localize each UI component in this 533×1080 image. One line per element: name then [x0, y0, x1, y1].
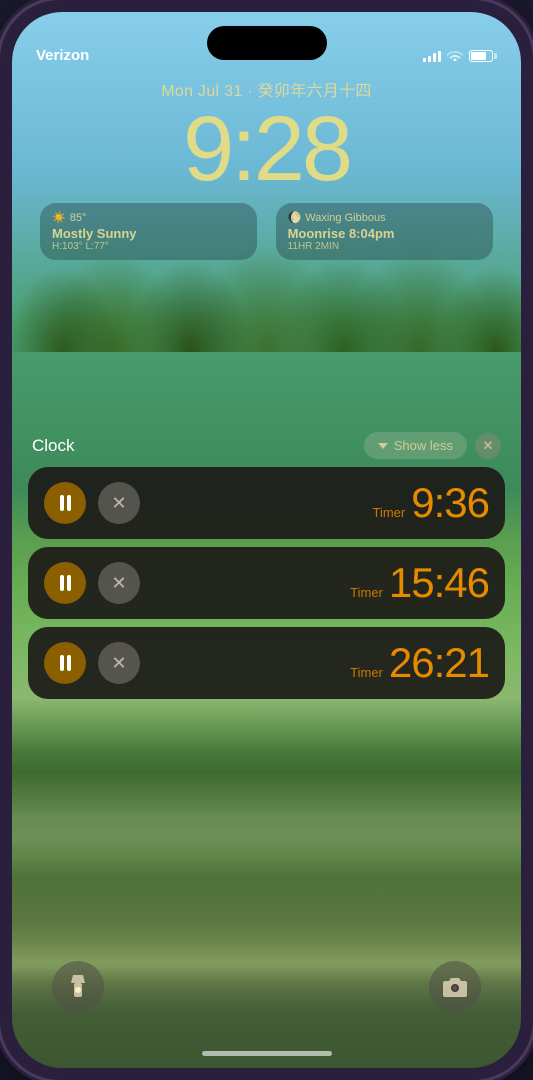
timer-row: ✕ Timer 9:36 — [28, 467, 505, 539]
timer-label-3: Timer — [350, 665, 383, 680]
show-less-label: Show less — [394, 438, 453, 453]
weather-title: ☀️ 85° — [52, 211, 245, 224]
dynamic-island — [207, 26, 327, 60]
wifi-icon — [447, 48, 463, 64]
chevron-down-icon — [378, 443, 388, 449]
camera-icon — [442, 976, 468, 998]
signal-icon — [423, 51, 441, 62]
screen: Verizon — [12, 12, 521, 1068]
bottom-controls — [12, 961, 521, 1013]
cancel-icon-3: ✕ — [111, 653, 126, 674]
battery-icon — [469, 50, 497, 62]
clock-section-label: Clock — [32, 436, 75, 456]
moonrise-text: Moonrise 8:04pm — [288, 226, 481, 241]
weather-highlow: H:103° L:77° — [52, 241, 245, 252]
close-clock-button[interactable]: ✕ — [475, 433, 501, 459]
close-icon: ✕ — [483, 438, 494, 454]
phone-frame: Verizon — [0, 0, 533, 1080]
clock-section: Clock Show less ✕ — [28, 432, 505, 707]
flashlight-icon — [67, 973, 89, 1001]
pause-button-3[interactable] — [44, 642, 86, 684]
timer-display-3: Timer 26:21 — [152, 640, 489, 686]
water-overlay — [12, 818, 521, 1068]
timer-display-1: Timer 9:36 — [152, 480, 489, 526]
moon-title: 🌔 Waxing Gibbous — [288, 211, 481, 224]
camera-button[interactable] — [429, 961, 481, 1013]
timer-label-2: Timer — [350, 585, 383, 600]
show-less-button[interactable]: Show less — [364, 432, 467, 459]
status-icons — [423, 48, 497, 64]
cancel-icon-2: ✕ — [111, 573, 126, 594]
timer-row: ✕ Timer 15:46 — [28, 547, 505, 619]
timer-time-2: 15:46 — [389, 560, 489, 606]
timer-label-1: Timer — [373, 505, 406, 520]
timer-time-1: 9:36 — [411, 480, 489, 526]
widgets-row: ☀️ 85° Mostly Sunny H:103° L:77° 🌔 Waxin… — [32, 203, 501, 260]
weather-widget: ☀️ 85° Mostly Sunny H:103° L:77° — [40, 203, 257, 260]
pause-icon-3 — [60, 655, 71, 671]
moon-duration: 11HR 2MIN — [288, 241, 481, 252]
pause-button-2[interactable] — [44, 562, 86, 604]
timer-time-3: 26:21 — [389, 640, 489, 686]
cancel-button-1[interactable]: ✕ — [98, 482, 140, 524]
timer-display-2: Timer 15:46 — [152, 560, 489, 606]
moon-icon: 🌔 — [288, 211, 302, 224]
weather-temp: 85° — [70, 212, 87, 224]
lock-screen-content: Mon Jul 31 · 癸卯年六月十四 9:28 ☀️ 85° Mostly … — [12, 77, 521, 260]
sun-icon: ☀️ — [52, 211, 66, 224]
cancel-button-3[interactable]: ✕ — [98, 642, 140, 684]
weather-condition: Mostly Sunny — [52, 226, 245, 241]
timer-row: ✕ Timer 26:21 — [28, 627, 505, 699]
moon-phase: Waxing Gibbous — [305, 212, 385, 224]
flashlight-button[interactable] — [52, 961, 104, 1013]
pause-button-1[interactable] — [44, 482, 86, 524]
home-indicator[interactable] — [202, 1051, 332, 1056]
pause-icon-1 — [60, 495, 71, 511]
cancel-icon-1: ✕ — [111, 493, 126, 514]
moon-widget: 🌔 Waxing Gibbous Moonrise 8:04pm 11HR 2M… — [276, 203, 493, 260]
pause-icon-2 — [60, 575, 71, 591]
clock-display: 9:28 — [32, 103, 501, 195]
cancel-button-2[interactable]: ✕ — [98, 562, 140, 604]
clock-header: Clock Show less ✕ — [28, 432, 505, 459]
carrier-label: Verizon — [36, 47, 89, 64]
